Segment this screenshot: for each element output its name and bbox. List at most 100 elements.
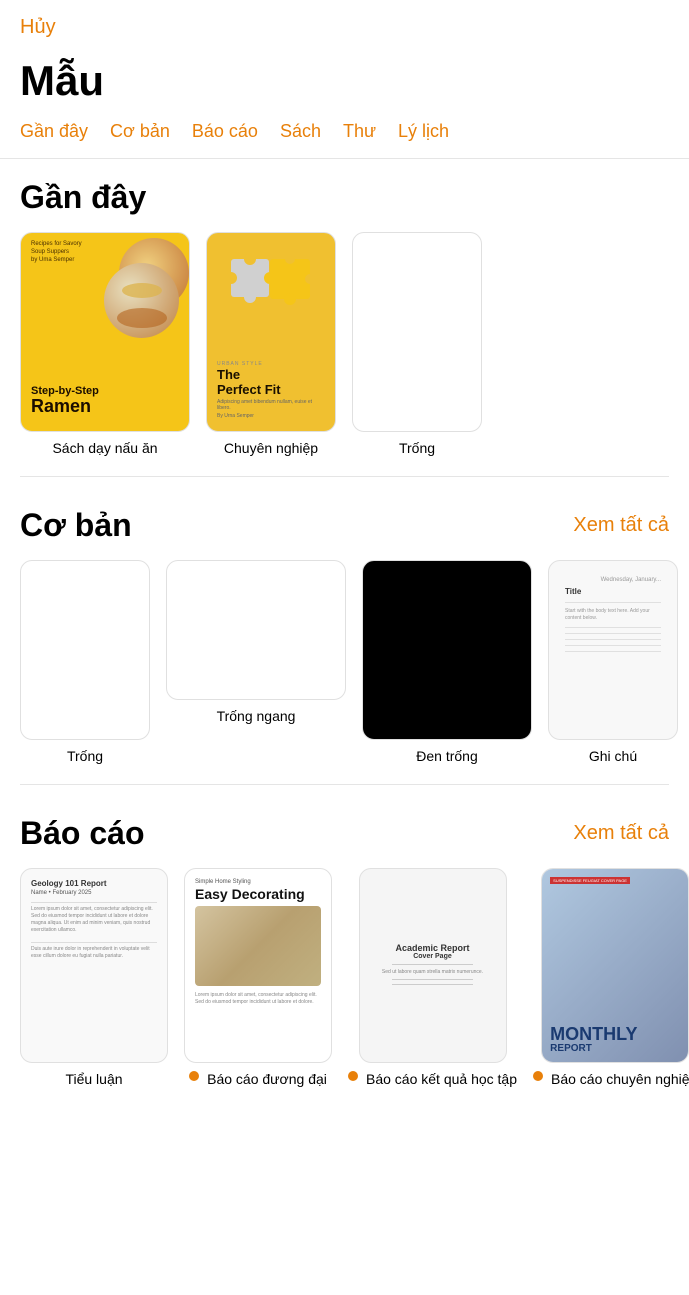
basic-see-all-button[interactable]: Xem tất cả <box>573 514 669 537</box>
prof-title-text: ThePerfect Fit <box>217 368 325 397</box>
template-blank-recent[interactable]: Trống <box>352 232 482 456</box>
monthly-label-wrapper: Báo cáo chuyên nghiệp <box>533 1071 689 1087</box>
blank-landscape-thumb <box>166 560 346 700</box>
blank-portrait-thumb <box>20 560 150 740</box>
monthly-sub-text: REPORT <box>550 1043 637 1054</box>
monthly-title-text: MONTHLY <box>550 1025 637 1043</box>
acad-line-2 <box>392 979 473 980</box>
monthly-badge-text: SUSPENDISSE FEUGIAT COVER PAGE <box>550 877 630 884</box>
tab-resume[interactable]: Lý lịch <box>398 121 449 142</box>
decorating-thumb: Simple Home Styling Easy Decorating Lore… <box>184 868 332 1063</box>
decorating-label: Báo cáo đương đại <box>207 1071 327 1087</box>
monthly-label: Báo cáo chuyên nghiệp <box>551 1071 689 1087</box>
blank-recent-label: Trống <box>399 440 435 456</box>
deco-body-text: Lorem ipsum dolor sit amet, consectetur … <box>195 992 321 1006</box>
template-blank-portrait[interactable]: Trống <box>20 560 150 764</box>
template-academic[interactable]: Academic Report Cover Page Sed ut labore… <box>348 868 517 1087</box>
geo-body-text-2: Duis aute irure dolor in reprehenderit i… <box>31 946 157 960</box>
note-line-3 <box>565 633 661 634</box>
academic-dot <box>348 1071 358 1081</box>
top-bar: Hủy <box>0 0 689 47</box>
recent-section-header: Gần đây <box>20 179 669 216</box>
ramen-title-text: Step-by-Step Ramen <box>31 385 99 417</box>
template-professional[interactable]: URBAN STYLE ThePerfect Fit Adipiscing am… <box>206 232 336 456</box>
ramen-bowl-image <box>104 263 179 338</box>
acad-title-text: Academic Report <box>382 943 483 953</box>
monthly-text: MONTHLY REPORT <box>550 1025 637 1054</box>
academic-center: Academic Report Cover Page Sed ut labore… <box>382 943 483 1009</box>
template-geology[interactable]: Geology 101 Report Name • February 2025 … <box>20 868 168 1087</box>
blank-portrait-label: Trống <box>67 748 103 764</box>
decorating-label-wrapper: Báo cáo đương đại <box>189 1071 327 1087</box>
blank-landscape-label: Trống ngang <box>217 708 296 724</box>
ramen-broth <box>122 283 162 298</box>
ramen-header-text: Recipes for Savory Soup Suppers by Uma S… <box>31 241 82 264</box>
note-date: Wednesday, January... <box>565 577 661 583</box>
acad-line-3 <box>392 984 473 985</box>
note-label: Ghi chú <box>589 748 637 764</box>
tab-letter[interactable]: Thư <box>343 121 376 142</box>
report-section: Báo cáo Xem tất cả Geology 101 Report Na… <box>0 795 689 1097</box>
academic-label-wrapper: Báo cáo kết quả học tập <box>348 1071 517 1087</box>
prof-author-text: By Urna Semper <box>217 413 325 419</box>
template-note[interactable]: Wednesday, January... Title Start with t… <box>548 560 678 764</box>
template-ramen[interactable]: Recipes for Savory Soup Suppers by Uma S… <box>20 232 190 456</box>
monthly-bg: SUSPENDISSE FEUGIAT COVER PAGE MONTHLY R… <box>542 869 688 1062</box>
ramen-bowl-base <box>117 308 167 328</box>
note-line-6 <box>565 651 661 652</box>
geology-label: Tiểu luận <box>65 1071 122 1087</box>
professional-text: URBAN STYLE ThePerfect Fit Adipiscing am… <box>215 357 327 423</box>
tab-basic[interactable]: Cơ bản <box>110 121 170 142</box>
geo-body-text: Lorem ipsum dolor sit amet, consectetur … <box>31 906 157 934</box>
tab-report[interactable]: Báo cáo <box>192 121 258 142</box>
page-title: Mẫu <box>0 47 689 121</box>
basic-title: Cơ bản <box>20 507 132 544</box>
basic-templates-row: Trống Trống ngang Đen trống Wednesday, J… <box>20 560 669 764</box>
divider-2 <box>20 784 669 785</box>
black-blank-label: Đen trống <box>416 748 477 764</box>
academic-content: Academic Report Cover Page Sed ut labore… <box>370 879 496 1052</box>
basic-section-header: Cơ bản Xem tất cả <box>20 507 669 544</box>
prof-subtitle-text: Adipiscing amet bibendum nullam, euise e… <box>217 399 325 411</box>
decorating-dot <box>189 1071 199 1081</box>
monthly-thumb: SUSPENDISSE FEUGIAT COVER PAGE MONTHLY R… <box>541 868 689 1063</box>
report-see-all-button[interactable]: Xem tất cả <box>573 822 669 845</box>
note-body-text: Start with the body text here. Add your … <box>565 608 661 622</box>
template-black-blank[interactable]: Đen trống <box>362 560 532 764</box>
deco-title-text: Easy Decorating <box>195 887 321 902</box>
note-heading: Title <box>565 587 661 596</box>
tab-recent[interactable]: Gần đây <box>20 121 88 142</box>
professional-thumb: URBAN STYLE ThePerfect Fit Adipiscing am… <box>206 232 336 432</box>
divider-1 <box>20 476 669 477</box>
basic-section: Cơ bản Xem tất cả Trống Trống ngang Đen … <box>0 487 689 774</box>
ramen-label: Sách dạy nấu ăn <box>52 440 157 456</box>
monthly-dot <box>533 1071 543 1081</box>
template-blank-landscape[interactable]: Trống ngang <box>166 560 346 764</box>
note-line-1 <box>565 602 661 603</box>
geo-line-1 <box>31 902 157 903</box>
acad-line-1 <box>392 964 473 965</box>
geo-title-text: Geology 101 Report <box>31 879 157 888</box>
acad-spacer <box>382 989 483 1009</box>
report-section-header: Báo cáo Xem tất cả <box>20 815 669 852</box>
geology-thumb: Geology 101 Report Name • February 2025 … <box>20 868 168 1063</box>
ramen-thumb: Recipes for Savory Soup Suppers by Uma S… <box>20 232 190 432</box>
academic-thumb: Academic Report Cover Page Sed ut labore… <box>359 868 507 1063</box>
report-templates-row: Geology 101 Report Name • February 2025 … <box>20 868 669 1087</box>
blank-recent-thumb <box>352 232 482 432</box>
puzzle-area <box>215 241 327 357</box>
academic-label: Báo cáo kết quả học tập <box>366 1071 517 1087</box>
geo-subtitle-text: Name • February 2025 <box>31 890 157 896</box>
cancel-button[interactable]: Hủy <box>20 16 56 39</box>
template-monthly[interactable]: SUSPENDISSE FEUGIAT COVER PAGE MONTHLY R… <box>533 868 689 1087</box>
note-line-5 <box>565 645 661 646</box>
black-blank-thumb <box>362 560 532 740</box>
recent-templates-row: Recipes for Savory Soup Suppers by Uma S… <box>20 232 669 456</box>
template-decorating[interactable]: Simple Home Styling Easy Decorating Lore… <box>184 868 332 1087</box>
acad-subtitle-text: Cover Page <box>382 953 483 960</box>
tab-book[interactable]: Sách <box>280 121 321 142</box>
note-content: Wednesday, January... Title Start with t… <box>557 569 669 665</box>
acad-body-text: Sed ut labore quam strella matrix numeru… <box>382 969 483 975</box>
category-tabs: Gần đây Cơ bản Báo cáo Sách Thư Lý lịch <box>0 121 689 159</box>
recent-title: Gần đây <box>20 179 146 216</box>
